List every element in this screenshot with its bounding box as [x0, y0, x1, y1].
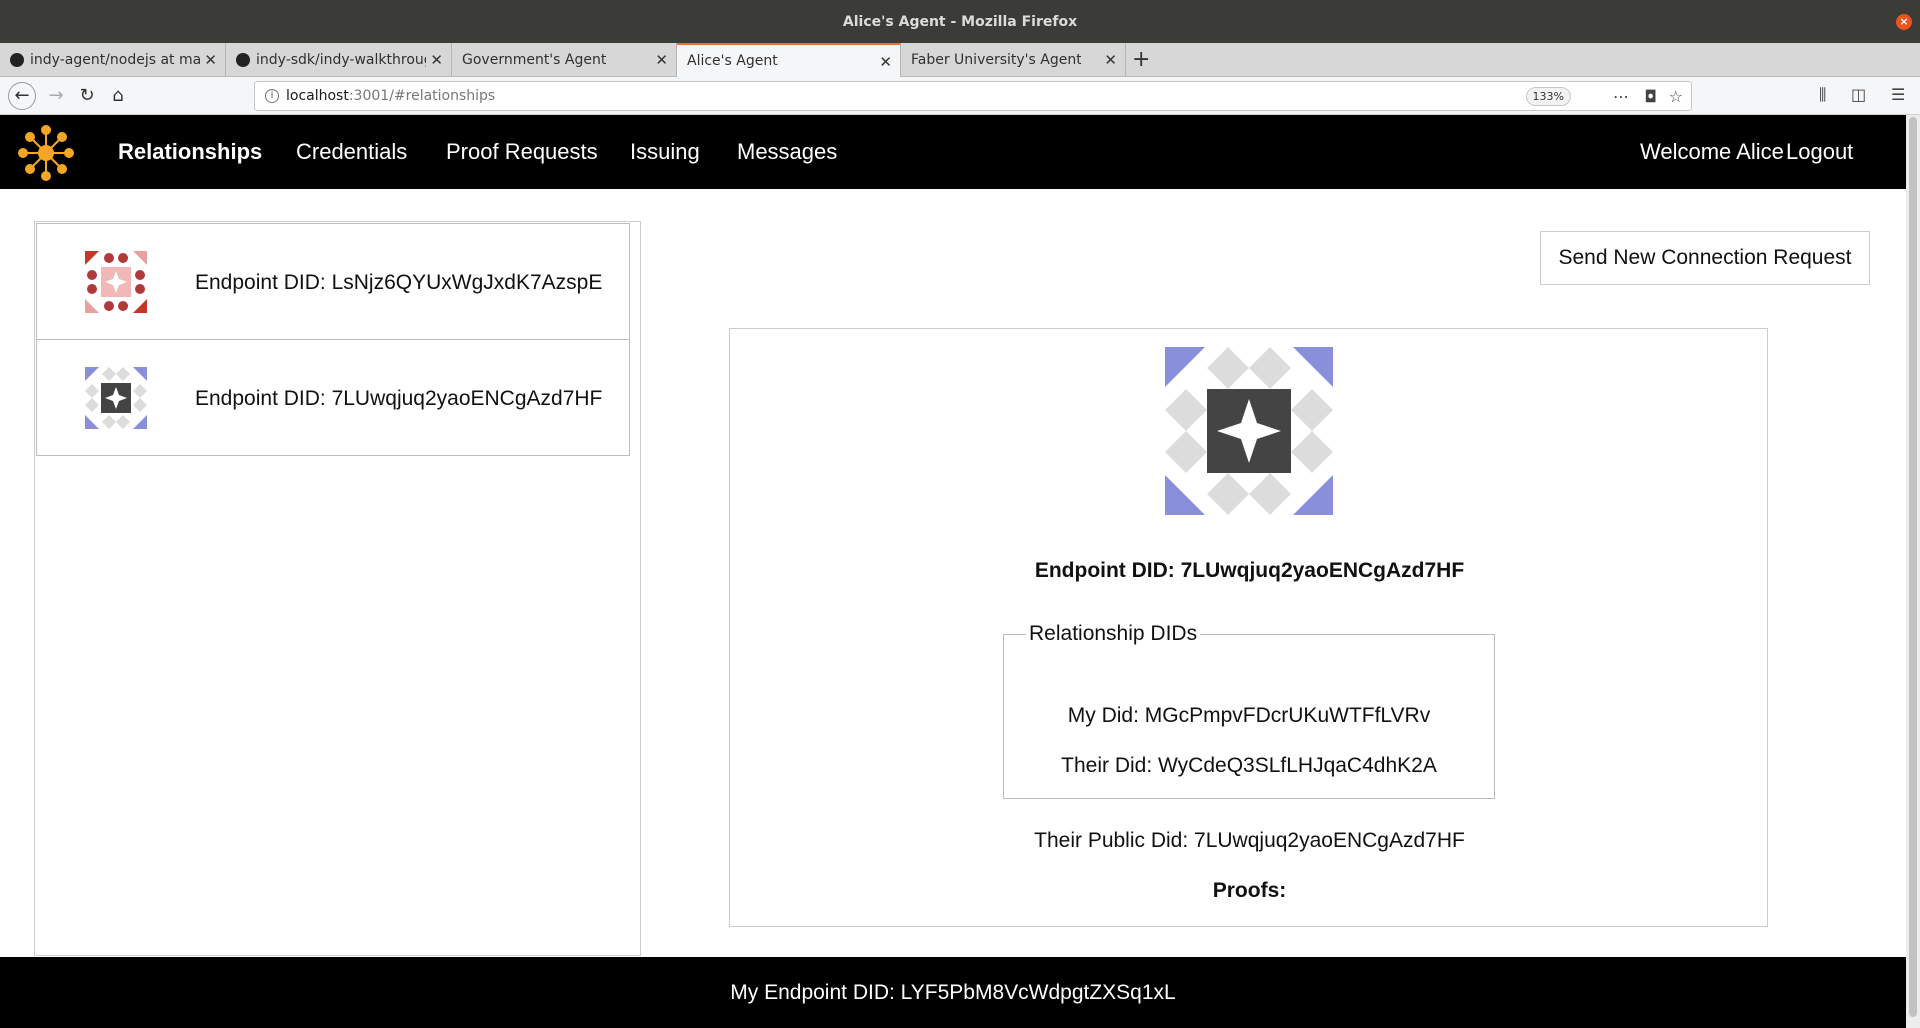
tab-close-icon[interactable]: ✕	[655, 51, 668, 69]
relationship-dids-fieldset: Relationship DIDs My Did: MGcPmpvFDcrUKu…	[1003, 622, 1495, 799]
bookmark-star-icon[interactable]: ☆	[1669, 87, 1683, 106]
window-title: Alice's Agent - Mozilla Firefox	[842, 13, 1078, 30]
pocket-icon[interactable]: ◘	[1644, 87, 1657, 106]
scrollbar-thumb[interactable]	[1909, 117, 1917, 1017]
relationship-did-label: Endpoint DID: 7LUwqjuq2yaoENCgAzd7HF	[195, 387, 603, 410]
info-icon[interactable]: i	[265, 89, 279, 103]
their-public-did: Their Public Did: 7LUwqjuq2yaoENCgAzd7HF	[1034, 829, 1465, 852]
nav-issuing[interactable]: Issuing	[630, 115, 700, 189]
relationship-item[interactable]: Endpoint DID: 7LUwqjuq2yaoENCgAzd7HF	[36, 339, 630, 456]
back-arrow-icon[interactable]: ←	[8, 82, 36, 110]
tab-title: indy-sdk/indy-walkthroug	[256, 52, 426, 68]
reload-icon[interactable]: ↻	[74, 83, 100, 109]
tab-close-icon[interactable]: ✕	[879, 53, 892, 71]
tab-alice-agent[interactable]: Alice's Agent ✕	[677, 43, 901, 77]
library-icon[interactable]: ⫼	[1819, 85, 1826, 105]
my-did: My Did: MGcPmpvFDcrUKuWTFfLVRv	[1067, 704, 1431, 727]
identicon-blue-large-icon	[1165, 347, 1333, 515]
window-close-icon[interactable]: ×	[1896, 14, 1912, 30]
tab-title: Alice's Agent	[687, 53, 778, 69]
identicon-red-icon	[85, 251, 147, 313]
their-did: Their Did: WyCdeQ3SLfLHJqaC4dhK2A	[1061, 754, 1437, 777]
tab-indy-agent[interactable]: indy-agent/nodejs at mas ✕	[0, 43, 226, 77]
relationship-detail-card: Endpoint DID: 7LUwqjuq2yaoENCgAzd7HF Rel…	[729, 328, 1768, 927]
zoom-level-badge[interactable]: 133%	[1525, 87, 1571, 106]
logo-icon	[18, 125, 74, 181]
sidebar-icon[interactable]: ◫	[1851, 85, 1866, 104]
identicon-blue-icon	[85, 367, 147, 429]
hamburger-menu-icon[interactable]: ☰	[1891, 85, 1905, 104]
relationship-did-label: Endpoint DID: LsNjz6QYUxWgJxdK7AzspE	[195, 271, 603, 294]
page-scrollbar[interactable]	[1906, 115, 1920, 1028]
detail-endpoint-did: Endpoint DID: 7LUwqjuq2yaoENCgAzd7HF	[1034, 559, 1465, 582]
tab-strip: indy-agent/nodejs at mas ✕ indy-sdk/indy…	[0, 43, 1920, 77]
footer-my-endpoint-did: My Endpoint DID: LYF5PbM8VcWdpgtZXSq1xL	[0, 957, 1906, 1028]
app-navbar: Relationships Credentials Proof Requests…	[0, 115, 1906, 189]
tab-close-icon[interactable]: ✕	[430, 51, 443, 69]
tab-government-agent[interactable]: Government's Agent ✕	[452, 43, 677, 77]
nav-messages[interactable]: Messages	[737, 115, 837, 189]
new-tab-plus-icon[interactable]: +	[1132, 47, 1150, 72]
nav-welcome[interactable]: Welcome Alice	[1640, 115, 1784, 189]
tab-faber-agent[interactable]: Faber University's Agent ✕	[901, 43, 1126, 77]
nav-relationships[interactable]: Relationships	[118, 115, 262, 189]
window-titlebar: Alice's Agent - Mozilla Firefox ×	[0, 0, 1920, 43]
forward-arrow-icon[interactable]: →	[43, 83, 69, 109]
home-icon[interactable]: ⌂	[105, 83, 131, 109]
nav-logout[interactable]: Logout	[1786, 115, 1853, 189]
tab-close-icon[interactable]: ✕	[1104, 51, 1117, 69]
tab-title: Faber University's Agent	[911, 52, 1081, 68]
browser-toolbar: ← → ↻ ⌂ i localhost:3001/#relationships …	[0, 77, 1920, 115]
tab-indy-sdk[interactable]: indy-sdk/indy-walkthroug ✕	[226, 43, 452, 77]
proofs-heading: Proofs:	[1212, 879, 1287, 902]
send-connection-request-button[interactable]: Send New Connection Request	[1540, 231, 1870, 285]
nav-credentials[interactable]: Credentials	[296, 115, 407, 189]
tab-title: indy-agent/nodejs at mas	[30, 52, 200, 68]
github-icon	[10, 53, 24, 67]
url-text[interactable]: localhost:3001/#relationships	[286, 88, 495, 104]
url-bar[interactable]: i localhost:3001/#relationships 133% ⋯ ◘…	[254, 81, 1692, 111]
tab-close-icon[interactable]: ✕	[204, 51, 217, 69]
tab-title: Government's Agent	[462, 52, 607, 68]
relationship-item[interactable]: Endpoint DID: LsNjz6QYUxWgJxdK7AzspE	[36, 223, 630, 340]
relationships-sidebar: Endpoint DID: LsNjz6QYUxWgJxdK7AzspE End…	[34, 221, 641, 956]
relationship-dids-legend: Relationship DIDs	[1029, 622, 1198, 645]
page-actions-ellipsis-icon[interactable]: ⋯	[1613, 87, 1629, 106]
nav-proof-requests[interactable]: Proof Requests	[446, 115, 598, 189]
github-icon	[236, 53, 250, 67]
